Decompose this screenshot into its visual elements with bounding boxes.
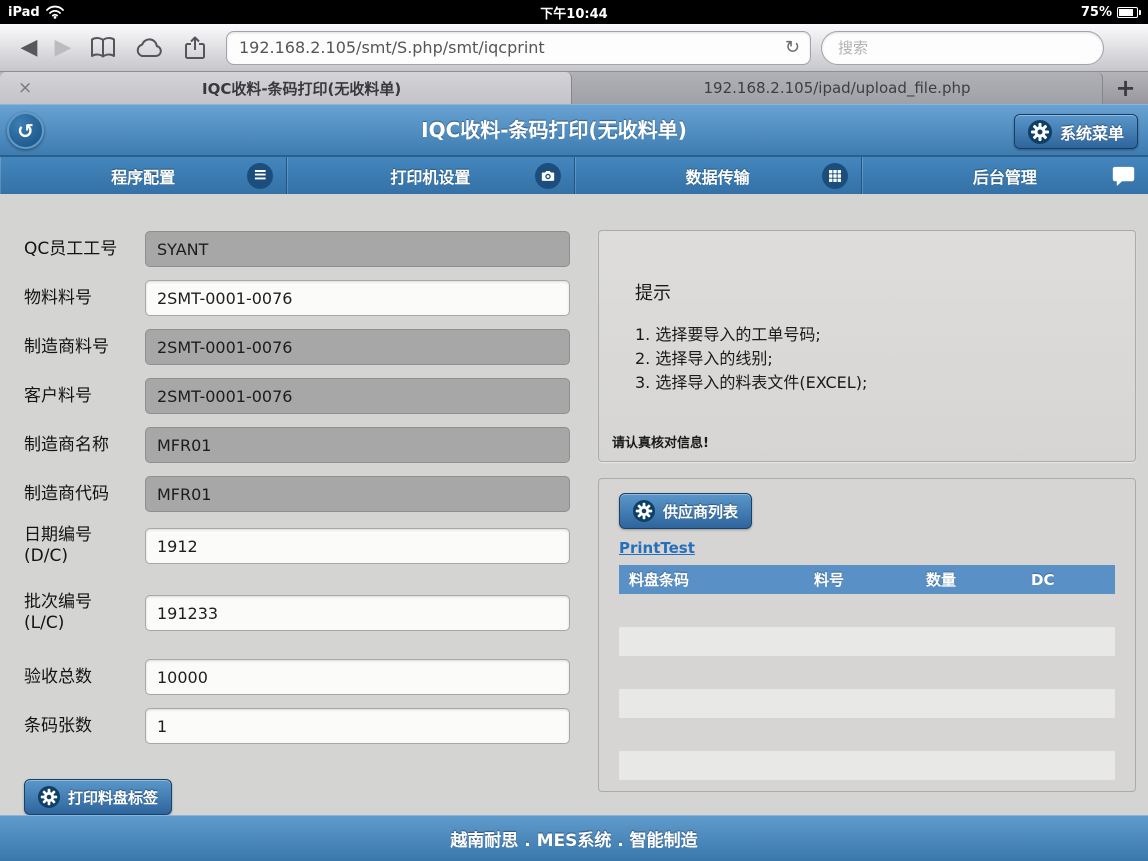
reel-table-header: 料盘条码 料号 数量 DC [619, 565, 1115, 594]
field-label: 日期编号 (D/C) [24, 525, 136, 567]
camera-icon [535, 163, 561, 189]
share-button[interactable] [172, 35, 218, 61]
form-row: 条码张数 [24, 708, 570, 744]
form-row: 日期编号 (D/C) [24, 525, 570, 567]
battery-icon [1117, 7, 1138, 18]
tab-iqc-print[interactable]: × IQC收料-条码打印(无收料单) [0, 72, 572, 104]
hint-line: 2. 选择导入的线别; [635, 347, 1119, 371]
bookmarks-button[interactable] [80, 36, 126, 60]
accepted-quantity-field[interactable] [145, 659, 570, 695]
form-row: 验收总数 [24, 659, 570, 695]
field-label: 物料料号 [24, 288, 136, 309]
browser-forward-button[interactable]: ▶ [46, 37, 80, 59]
footer-text: 越南耐思 . MES系统 . 智能制造 [450, 826, 697, 851]
form-row: 制造商料号 [24, 329, 570, 365]
clock: 下午10:44 [0, 3, 1148, 22]
form-row: 制造商名称 [24, 427, 570, 463]
icloud-tabs-button[interactable] [126, 37, 172, 59]
cloud-icon [134, 37, 164, 59]
field-label: 制造商代码 [24, 484, 136, 505]
search-input[interactable] [821, 31, 1104, 65]
field-label: QC员工工号 [24, 239, 136, 260]
book-icon [89, 36, 117, 60]
form-row: 物料料号 [24, 280, 570, 316]
tab-title: IQC收料-条码打印(无收料单) [32, 78, 571, 99]
form-row: QC员工工号 [24, 231, 570, 267]
status-bar: iPad 下午10:44 75% [0, 0, 1148, 24]
nav-item-printer-settings[interactable]: 打印机设置 [287, 157, 574, 194]
field-label: 制造商名称 [24, 435, 136, 456]
footer: 越南耐思 . MES系统 . 智能制造 [0, 815, 1148, 861]
grid-icon [822, 163, 848, 189]
refresh-icon[interactable]: ↻ [783, 37, 802, 58]
tab-title: 192.168.2.105/ipad/upload_file.php [572, 79, 1102, 97]
gear-icon [38, 786, 60, 808]
column-header-quantity: 数量 [916, 569, 1021, 590]
manufacturer-name-field [145, 427, 570, 463]
column-header-reel-barcode: 料盘条码 [619, 569, 804, 590]
hint-panel: 提示 1. 选择要导入的工单号码; 2. 选择导入的线别; 3. 选择导入的料表… [598, 230, 1136, 462]
barcode-count-field[interactable] [145, 708, 570, 744]
iqc-form: QC员工工号 物料料号 制造商料号 客户料号 制造商名称 制造商代码 日期编号 … [24, 231, 570, 815]
nav-item-label: 数据传输 [686, 164, 750, 188]
supplier-list-button[interactable]: 供应商列表 [619, 493, 752, 529]
tab-bar: × IQC收料-条码打印(无收料单) 192.168.2.105/ipad/up… [0, 72, 1148, 104]
table-empty-row [619, 689, 1115, 718]
nav-item-label: 后台管理 [973, 164, 1037, 188]
system-menu-button[interactable]: 系统菜单 [1014, 114, 1138, 149]
hint-line: 3. 选择导入的料表文件(EXCEL); [635, 371, 1119, 395]
new-tab-button[interactable]: + [1103, 72, 1148, 104]
qc-employee-id-field [145, 231, 570, 267]
table-empty-row [619, 751, 1115, 780]
hamburger-menu-icon: ≡ [247, 163, 273, 189]
manufacturer-code-field [145, 476, 570, 512]
page-back-button[interactable]: ↺ [7, 112, 44, 149]
nav-item-label: 打印机设置 [390, 164, 470, 188]
material-part-number-field[interactable] [145, 280, 570, 316]
form-row: 客户料号 [24, 378, 570, 414]
url-bar[interactable]: ↻ [226, 31, 811, 65]
print-reel-label-text: 打印料盘标签 [68, 787, 158, 808]
right-column: 提示 1. 选择要导入的工单号码; 2. 选择导入的线别; 3. 选择导入的料表… [598, 230, 1136, 792]
hint-title: 提示 [635, 279, 1119, 305]
column-header-part-number: 料号 [804, 569, 916, 590]
column-header-dc: DC [1021, 571, 1115, 589]
field-label: 批次编号 (L/C) [24, 592, 136, 634]
nav-item-data-transfer[interactable]: 数据传输 [575, 157, 862, 194]
hint-note: 请认真核对信息! [612, 432, 709, 451]
close-tab-icon[interactable]: × [0, 80, 32, 97]
browser-toolbar: ◀ ▶ ↻ [0, 24, 1148, 72]
supplier-list-text: 供应商列表 [663, 501, 738, 522]
page-header: ↺ IQC收料-条码打印(无收料单) 系统菜单 [0, 104, 1148, 157]
field-label: 制造商料号 [24, 337, 136, 358]
lot-code-field[interactable] [145, 595, 570, 631]
date-code-field[interactable] [145, 528, 570, 564]
supplier-panel: 供应商列表 PrintTest 料盘条码 料号 数量 DC [598, 478, 1136, 792]
customer-part-number-field [145, 378, 570, 414]
url-input[interactable] [239, 38, 783, 57]
form-row: 批次编号 (L/C) [24, 592, 570, 634]
nav-item-label: 程序配置 [111, 164, 175, 188]
table-empty-row [619, 627, 1115, 656]
gear-icon [1028, 120, 1052, 144]
field-label: 验收总数 [24, 667, 136, 688]
field-label: 客户料号 [24, 386, 136, 407]
share-icon [182, 35, 208, 61]
page-title: IQC收料-条码打印(无收料单) [120, 105, 988, 156]
hint-line: 1. 选择要导入的工单号码; [635, 323, 1119, 347]
form-row: 制造商代码 [24, 476, 570, 512]
nav-item-program-config[interactable]: 程序配置 ≡ [0, 157, 287, 194]
nav-bar: 程序配置 ≡ 打印机设置 数据传输 后台管理 [0, 157, 1148, 194]
system-menu-label: 系统菜单 [1060, 120, 1124, 144]
print-reel-label-button[interactable]: 打印料盘标签 [24, 779, 172, 815]
chat-bubble-icon [1112, 165, 1135, 186]
tab-upload-file[interactable]: 192.168.2.105/ipad/upload_file.php [572, 72, 1103, 104]
field-label: 条码张数 [24, 716, 136, 737]
browser-back-button[interactable]: ◀ [12, 37, 46, 59]
nav-item-backend-admin[interactable]: 后台管理 [862, 157, 1148, 194]
print-test-link[interactable]: PrintTest [619, 539, 695, 557]
manufacturer-part-number-field [145, 329, 570, 365]
gear-icon [633, 500, 655, 522]
main-content: QC员工工号 物料料号 制造商料号 客户料号 制造商名称 制造商代码 日期编号 … [0, 194, 1148, 815]
